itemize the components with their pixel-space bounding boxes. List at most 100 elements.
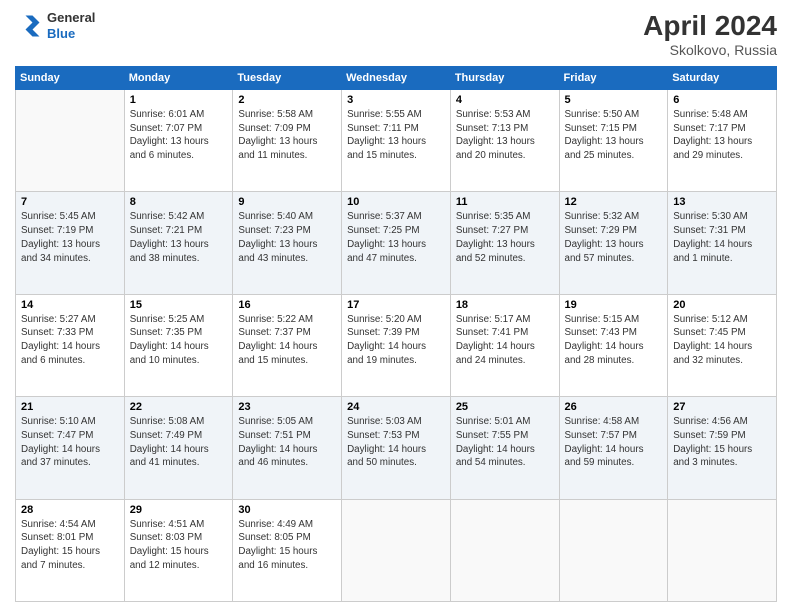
cell-info: Sunrise: 5:42 AMSunset: 7:21 PMDaylight:… [130, 210, 228, 265]
cell-date: 13 [673, 196, 771, 208]
cell-date: 15 [130, 299, 228, 311]
calendar-cell: 30 Sunrise: 4:49 AMSunset: 8:05 PMDayligh… [233, 499, 342, 601]
cell-info: Sunrise: 5:58 AMSunset: 7:09 PMDaylight:… [238, 108, 336, 163]
cell-date: 14 [21, 299, 119, 311]
calendar-cell [450, 499, 559, 601]
cell-date: 21 [21, 401, 119, 413]
cell-info: Sunrise: 5:37 AMSunset: 7:25 PMDaylight:… [347, 210, 445, 265]
cell-info: Sunrise: 6:01 AMSunset: 7:07 PMDaylight:… [130, 108, 228, 163]
cell-date: 17 [347, 299, 445, 311]
calendar-week-row: 14Sunrise: 5:27 AMSunset: 7:33 PMDayligh… [16, 294, 777, 396]
calendar-week-row: 28 Sunrise: 4:54 AMSunset: 8:01 PMDayligh… [16, 499, 777, 601]
calendar-cell: 13 Sunrise: 5:30 AMSunset: 7:31 PMDayligh… [668, 192, 777, 294]
calendar-cell [342, 499, 451, 601]
logo: General Blue [15, 10, 95, 41]
cell-date: 5 [565, 94, 663, 106]
weekday-header: Saturday [668, 67, 777, 90]
calendar-cell: 1Sunrise: 6:01 AMSunset: 7:07 PMDaylight… [124, 90, 233, 192]
cell-date: 11 [456, 196, 554, 208]
calendar-cell: 27Sunrise: 4:56 AMSunset: 7:59 PMDayligh… [668, 397, 777, 499]
calendar-cell: 23 Sunrise: 5:05 AMSunset: 7:51 PMDayligh… [233, 397, 342, 499]
calendar-cell: 18 Sunrise: 5:17 AMSunset: 7:41 PMDayligh… [450, 294, 559, 396]
calendar-cell: 5 Sunrise: 5:50 AMSunset: 7:15 PMDaylight… [559, 90, 668, 192]
cell-date: 6 [673, 94, 771, 106]
cell-info: Sunrise: 5:17 AMSunset: 7:41 PMDaylight:… [456, 313, 554, 368]
cell-date: 2 [238, 94, 336, 106]
cell-date: 18 [456, 299, 554, 311]
cell-info: Sunrise: 5:53 AMSunset: 7:13 PMDaylight:… [456, 108, 554, 163]
calendar-cell: 22 Sunrise: 5:08 AMSunset: 7:49 PMDayligh… [124, 397, 233, 499]
cell-info: Sunrise: 5:55 AMSunset: 7:11 PMDaylight:… [347, 108, 445, 163]
cell-date: 28 [21, 504, 119, 516]
cell-info: Sunrise: 4:58 AMSunset: 7:57 PMDaylight:… [565, 415, 663, 470]
cell-info: Sunrise: 5:50 AMSunset: 7:15 PMDaylight:… [565, 108, 663, 163]
calendar-cell: 6 Sunrise: 5:48 AMSunset: 7:17 PMDaylight… [668, 90, 777, 192]
title-area: April 2024 Skolkovo, Russia [643, 10, 777, 58]
calendar-cell: 21Sunrise: 5:10 AMSunset: 7:47 PMDayligh… [16, 397, 125, 499]
calendar-cell: 28 Sunrise: 4:54 AMSunset: 8:01 PMDayligh… [16, 499, 125, 601]
cell-date: 30 [238, 504, 336, 516]
weekday-header: Thursday [450, 67, 559, 90]
cell-info: Sunrise: 5:25 AMSunset: 7:35 PMDaylight:… [130, 313, 228, 368]
cell-date: 25 [456, 401, 554, 413]
calendar-cell: 8 Sunrise: 5:42 AMSunset: 7:21 PMDaylight… [124, 192, 233, 294]
logo-text: General Blue [47, 10, 95, 41]
calendar-cell [559, 499, 668, 601]
cell-info: Sunrise: 5:12 AMSunset: 7:45 PMDaylight:… [673, 313, 771, 368]
calendar-cell: 24 Sunrise: 5:03 AMSunset: 7:53 PMDayligh… [342, 397, 451, 499]
calendar-week-row: 21Sunrise: 5:10 AMSunset: 7:47 PMDayligh… [16, 397, 777, 499]
logo-line1: General [47, 10, 95, 26]
cell-date: 8 [130, 196, 228, 208]
cell-date: 4 [456, 94, 554, 106]
cell-info: Sunrise: 5:22 AMSunset: 7:37 PMDaylight:… [238, 313, 336, 368]
calendar-cell [668, 499, 777, 601]
calendar-table: SundayMondayTuesdayWednesdayThursdayFrid… [15, 66, 777, 602]
calendar-cell: 26 Sunrise: 4:58 AMSunset: 7:57 PMDayligh… [559, 397, 668, 499]
calendar-cell: 4 Sunrise: 5:53 AMSunset: 7:13 PMDaylight… [450, 90, 559, 192]
cell-info: Sunrise: 5:08 AMSunset: 7:49 PMDaylight:… [130, 415, 228, 470]
logo-icon [15, 12, 43, 40]
cell-info: Sunrise: 4:51 AMSunset: 8:03 PMDaylight:… [130, 518, 228, 573]
calendar-week-row: 1Sunrise: 6:01 AMSunset: 7:07 PMDaylight… [16, 90, 777, 192]
cell-date: 9 [238, 196, 336, 208]
calendar-cell: 17 Sunrise: 5:20 AMSunset: 7:39 PMDayligh… [342, 294, 451, 396]
cell-date: 26 [565, 401, 663, 413]
cell-date: 3 [347, 94, 445, 106]
cell-date: 29 [130, 504, 228, 516]
weekday-header: Friday [559, 67, 668, 90]
cell-info: Sunrise: 5:48 AMSunset: 7:17 PMDaylight:… [673, 108, 771, 163]
cell-date: 7 [21, 196, 119, 208]
cell-date: 24 [347, 401, 445, 413]
cell-info: Sunrise: 5:32 AMSunset: 7:29 PMDaylight:… [565, 210, 663, 265]
calendar-cell: 25Sunrise: 5:01 AMSunset: 7:55 PMDayligh… [450, 397, 559, 499]
weekday-header: Tuesday [233, 67, 342, 90]
cell-date: 19 [565, 299, 663, 311]
calendar-cell: 29 Sunrise: 4:51 AMSunset: 8:03 PMDayligh… [124, 499, 233, 601]
cell-info: Sunrise: 5:03 AMSunset: 7:53 PMDaylight:… [347, 415, 445, 470]
cell-date: 27 [673, 401, 771, 413]
calendar-cell: 9Sunrise: 5:40 AMSunset: 7:23 PMDaylight… [233, 192, 342, 294]
cell-date: 22 [130, 401, 228, 413]
cell-info: Sunrise: 5:20 AMSunset: 7:39 PMDaylight:… [347, 313, 445, 368]
cell-date: 10 [347, 196, 445, 208]
cell-date: 16 [238, 299, 336, 311]
calendar-cell: 10 Sunrise: 5:37 AMSunset: 7:25 PMDayligh… [342, 192, 451, 294]
page: General Blue April 2024 Skolkovo, Russia… [0, 0, 792, 612]
cell-date: 23 [238, 401, 336, 413]
cell-info: Sunrise: 4:54 AMSunset: 8:01 PMDaylight:… [21, 518, 119, 573]
cell-info: Sunrise: 5:45 AMSunset: 7:19 PMDaylight:… [21, 210, 119, 265]
calendar-cell: 15 Sunrise: 5:25 AMSunset: 7:35 PMDayligh… [124, 294, 233, 396]
header: General Blue April 2024 Skolkovo, Russia [15, 10, 777, 58]
calendar-cell: 14Sunrise: 5:27 AMSunset: 7:33 PMDayligh… [16, 294, 125, 396]
cell-info: Sunrise: 4:49 AMSunset: 8:05 PMDaylight:… [238, 518, 336, 573]
weekday-header: Wednesday [342, 67, 451, 90]
cell-date: 20 [673, 299, 771, 311]
cell-info: Sunrise: 5:15 AMSunset: 7:43 PMDaylight:… [565, 313, 663, 368]
calendar-cell: 16 Sunrise: 5:22 AMSunset: 7:37 PMDayligh… [233, 294, 342, 396]
cell-info: Sunrise: 5:05 AMSunset: 7:51 PMDaylight:… [238, 415, 336, 470]
cell-info: Sunrise: 5:30 AMSunset: 7:31 PMDaylight:… [673, 210, 771, 265]
logo-line2: Blue [47, 26, 95, 42]
calendar-cell [16, 90, 125, 192]
calendar-cell: 11Sunrise: 5:35 AMSunset: 7:27 PMDayligh… [450, 192, 559, 294]
cell-date: 12 [565, 196, 663, 208]
